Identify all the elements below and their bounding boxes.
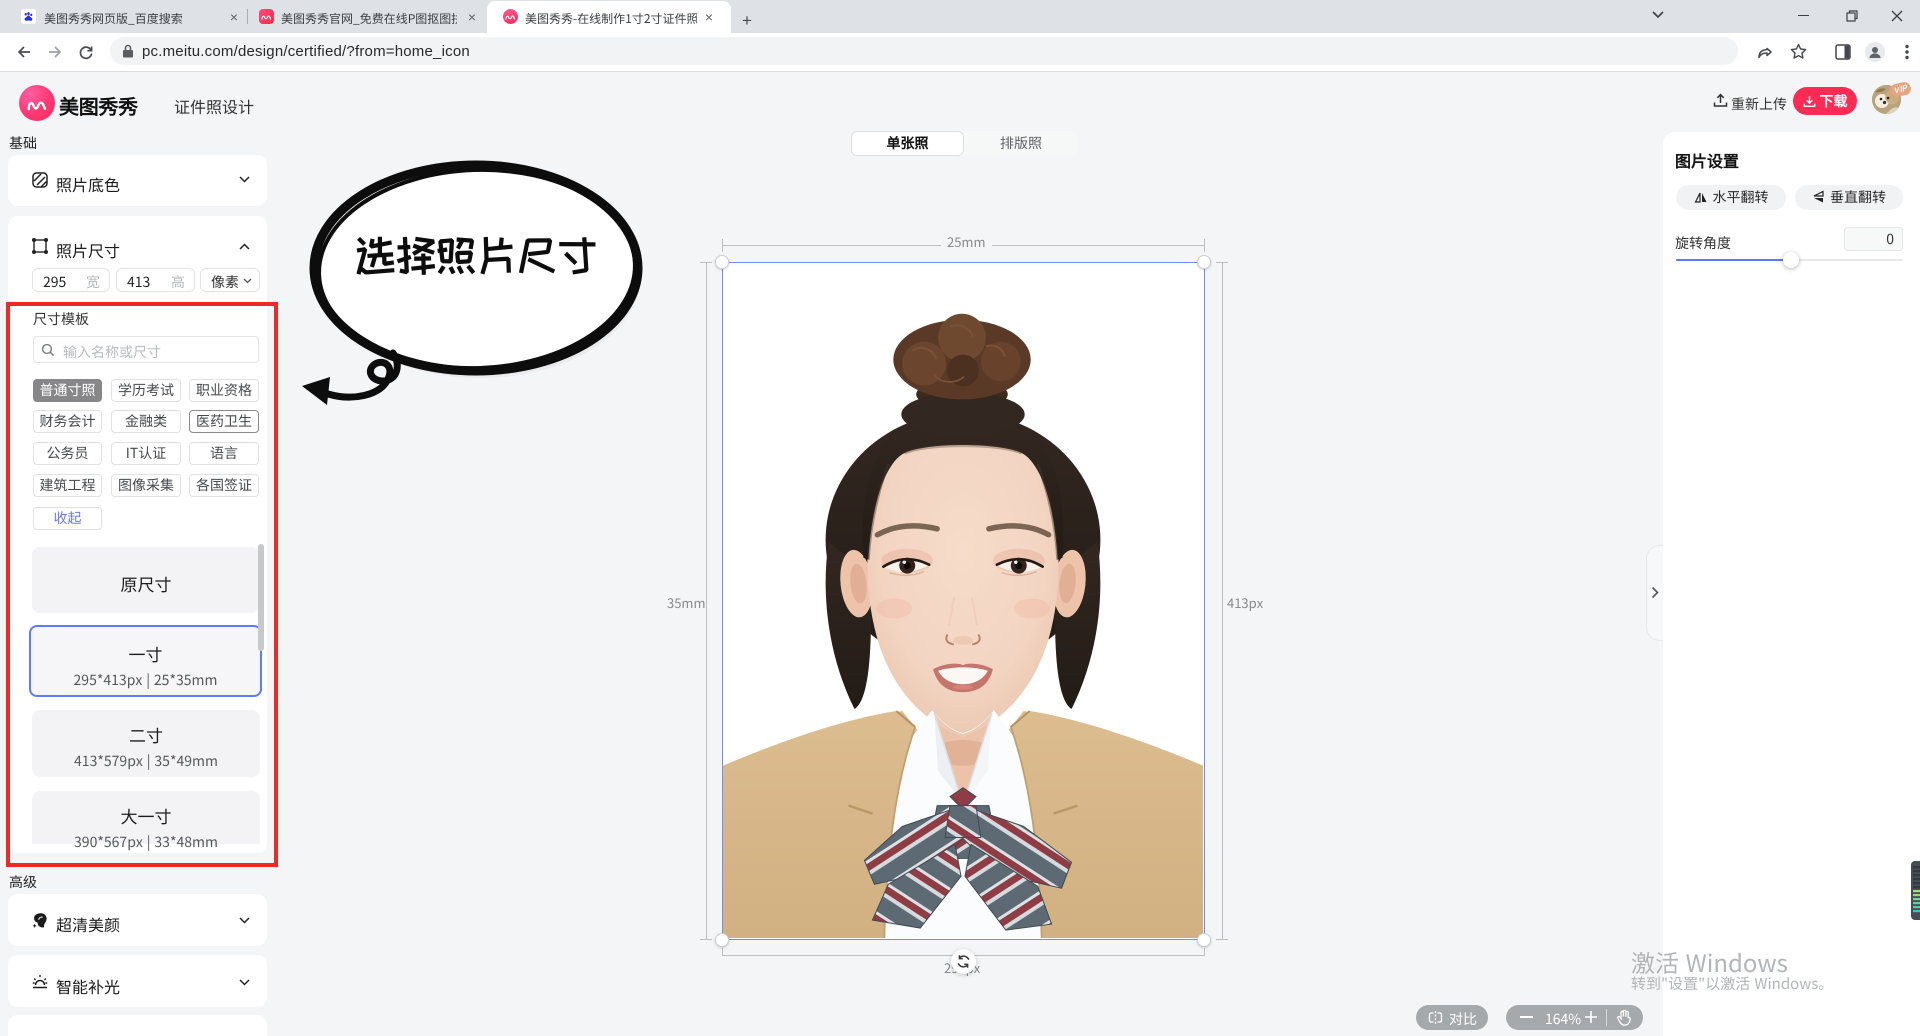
svg-text:选择照片尺寸: 选择照片尺寸 [355,233,597,278]
